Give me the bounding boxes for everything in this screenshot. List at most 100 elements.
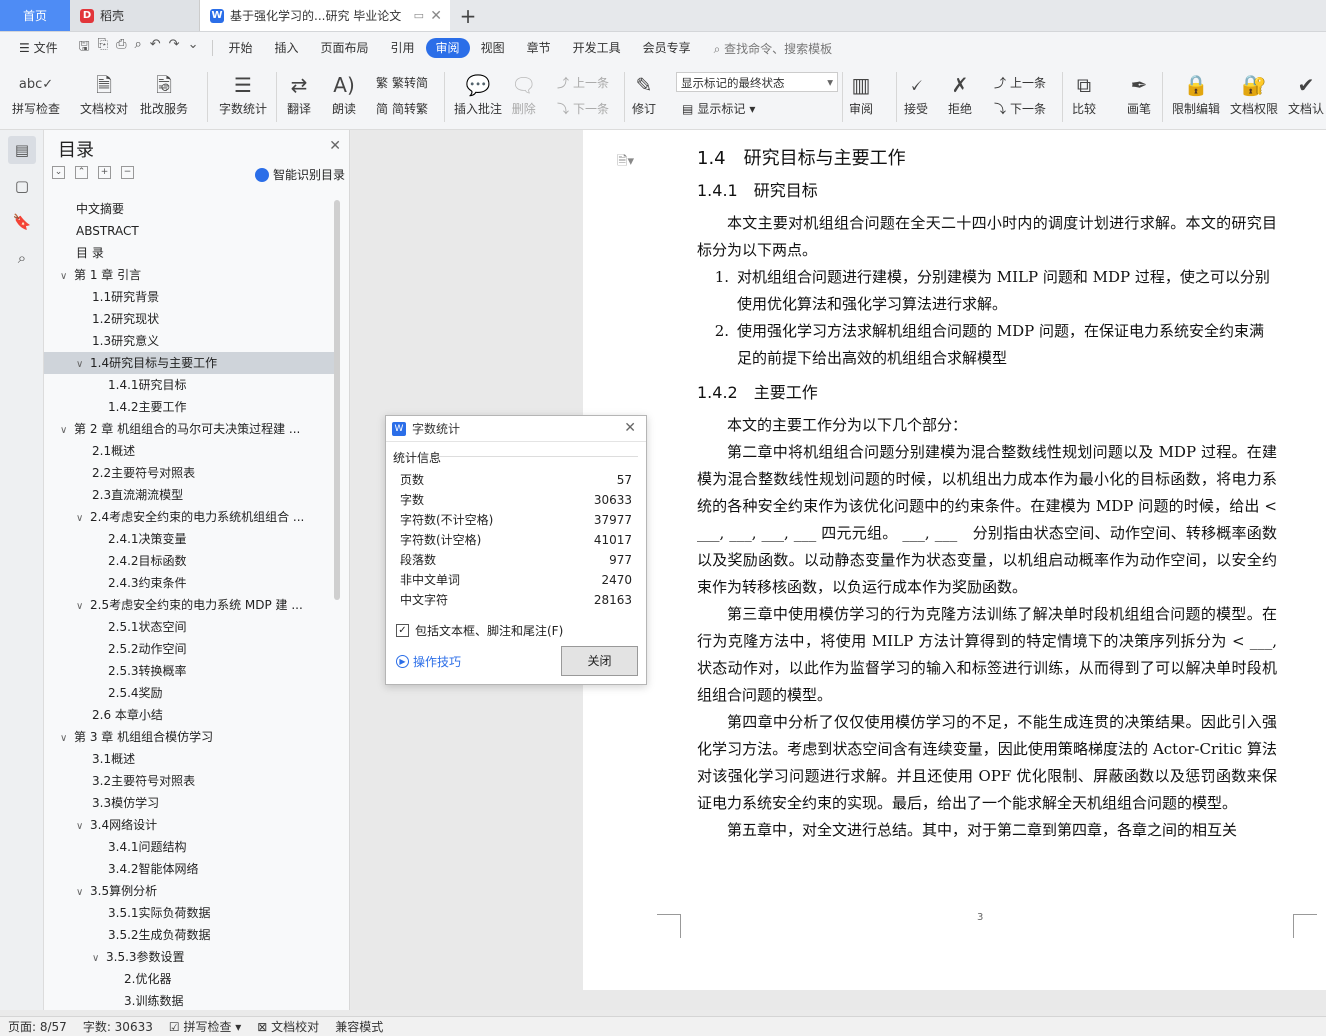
remove-heading-icon[interactable]: − xyxy=(121,166,134,179)
show-markup-button[interactable]: ▤ 显示标记 ▾ xyxy=(682,100,755,117)
toc-item[interactable]: 2.2主要符号对照表 xyxy=(44,462,334,484)
toc-item[interactable]: 2.5.2动作空间 xyxy=(44,638,334,660)
chevron-down-icon[interactable]: ∨ xyxy=(60,728,74,748)
review-pane-button[interactable]: ▥ 审阅 xyxy=(849,70,873,117)
toc-item[interactable]: ABSTRACT xyxy=(44,220,334,242)
command-search[interactable]: ⌕ 查找命令、搜索模板 xyxy=(702,40,833,57)
add-heading-icon[interactable]: + xyxy=(98,166,111,179)
toc-item[interactable]: 3.2主要符号对照表 xyxy=(44,770,334,792)
next-comment-button[interactable]: ⤵ 下一条 xyxy=(557,100,609,117)
file-menu[interactable]: ☰ 文件 xyxy=(8,38,69,58)
markup-state-select[interactable]: 显示标记的最终状态 xyxy=(676,72,838,92)
toc-item[interactable]: 1.4.2主要工作 xyxy=(44,396,334,418)
save-icon[interactable]: 🖫 xyxy=(79,37,90,59)
menu-review[interactable]: 审阅 xyxy=(425,38,470,58)
prev-comment-button[interactable]: ⤴ 上一条 xyxy=(557,74,609,91)
smart-toc-button[interactable]: 智能识别目录 xyxy=(254,166,345,183)
read-aloud-button[interactable]: A) 朗读 xyxy=(332,70,356,117)
chevron-down-icon[interactable]: ∨ xyxy=(76,816,90,836)
word-count-button[interactable]: ☰ 字数统计 xyxy=(219,70,267,117)
tab-close-icon[interactable]: ✕ xyxy=(430,8,442,24)
translate-button[interactable]: ⇄ 翻译 xyxy=(287,70,311,117)
export-icon[interactable]: ⎘ xyxy=(98,37,108,59)
tab-home[interactable]: 首页 xyxy=(0,0,70,31)
toc-item[interactable]: 2.4.2目标函数 xyxy=(44,550,334,572)
print-icon[interactable]: ⎙ xyxy=(116,37,126,59)
toc-panel-icon[interactable]: ▤ xyxy=(8,136,36,164)
paragraph-menu-icon[interactable]: 🗎▾ xyxy=(617,152,634,174)
toc-item[interactable]: 2.5.3转换概率 xyxy=(44,660,334,682)
toc-item[interactable]: 2.3直流潮流模型 xyxy=(44,484,334,506)
toc-item[interactable]: ∨ 第 3 章 机组组合模仿学习 xyxy=(44,726,334,748)
more-icon[interactable]: ⌄ xyxy=(188,37,199,59)
chevron-down-icon[interactable]: ∨ xyxy=(60,266,74,286)
word-count-indicator[interactable]: 字数: 30633 xyxy=(83,1018,153,1035)
toc-item[interactable]: 3.1概述 xyxy=(44,748,334,770)
chevron-down-icon[interactable]: ∨ xyxy=(76,596,90,616)
undo-icon[interactable]: ↶ xyxy=(150,37,161,59)
revise-button[interactable]: ✎ 修订 xyxy=(632,70,656,117)
annotate-service-button[interactable]: 🗟 批改服务 xyxy=(140,70,188,117)
toc-item[interactable]: 1.3研究意义 xyxy=(44,330,334,352)
expand-all-icon[interactable]: ⌃ xyxy=(75,166,88,179)
page-indicator[interactable]: 页面: 8/57 xyxy=(8,1018,67,1035)
monitor-icon[interactable]: ▭ xyxy=(414,9,424,22)
doc-rights-button[interactable]: 🔐 文档权限 xyxy=(1230,70,1278,117)
toc-item[interactable]: ∨ 3.4网络设计 xyxy=(44,814,334,836)
status-proofread[interactable]: ⊠ 文档校对 xyxy=(257,1018,319,1035)
document-page[interactable]: 🗎▾ 1.4 研究目标与主要工作 1.4.1 研究目标 本文主要对机组组合问题在… xyxy=(583,130,1326,990)
toc-item[interactable]: 2.优化器 xyxy=(44,968,334,990)
toc-item[interactable]: ∨ 2.5考虑安全约束的电力系统 MDP 建 ... xyxy=(44,594,334,616)
toc-item[interactable]: 2.5.1状态空间 xyxy=(44,616,334,638)
prev-change-button[interactable]: ⤴ 上一条 xyxy=(994,74,1046,91)
toc-item[interactable]: 2.5.4奖励 xyxy=(44,682,334,704)
menu-start[interactable]: 开始 xyxy=(217,38,263,58)
toc-item[interactable]: ∨ 2.4考虑安全约束的电力系统机组组合 ... xyxy=(44,506,334,528)
delete-comment-button[interactable]: 🗨 删除 xyxy=(511,70,536,117)
dialog-titlebar[interactable]: W 字数统计 xyxy=(386,416,646,442)
redo-icon[interactable]: ↷ xyxy=(169,37,180,59)
menu-layout[interactable]: 页面布局 xyxy=(310,38,380,58)
chevron-down-icon[interactable]: ∨ xyxy=(60,420,74,440)
toc-item[interactable]: 2.4.1决策变量 xyxy=(44,528,334,550)
new-tab-button[interactable]: + xyxy=(450,0,486,31)
toc-item[interactable]: ∨ 3.5算例分析 xyxy=(44,880,334,902)
toc-item[interactable]: ∨ 第 2 章 机组组合的马尔可夫决策过程建 ... xyxy=(44,418,334,440)
menu-references[interactable]: 引用 xyxy=(380,38,426,58)
chevron-down-icon[interactable]: ∨ xyxy=(92,948,106,968)
menu-view[interactable]: 视图 xyxy=(470,38,516,58)
spell-check-button[interactable]: abc✓ 拼写检查 xyxy=(12,70,60,117)
next-change-button[interactable]: ⤵ 下一条 xyxy=(994,100,1046,117)
pen-button[interactable]: ✒ 画笔 xyxy=(1127,70,1151,117)
toc-item[interactable]: 1.2研究现状 xyxy=(44,308,334,330)
toc-item[interactable]: 3.训练数据 xyxy=(44,990,334,1010)
chevron-down-icon[interactable]: ∨ xyxy=(76,882,90,902)
chapter-nav-icon[interactable]: ▢ xyxy=(8,172,36,200)
bookmark-icon[interactable]: 🔖 xyxy=(8,208,36,236)
menu-insert[interactable]: 插入 xyxy=(264,38,310,58)
toc-item[interactable]: ∨ 3.5.3参数设置 xyxy=(44,946,334,968)
reject-button[interactable]: ✗ 拒绝 xyxy=(948,70,972,117)
toc-item[interactable]: 中文摘要 xyxy=(44,198,334,220)
accept-button[interactable]: 🗸 接受 xyxy=(904,70,928,117)
compare-button[interactable]: ⧉ 比较 xyxy=(1072,70,1096,117)
search-icon[interactable]: ⌕ xyxy=(8,244,36,272)
dialog-close-button[interactable]: 关闭 xyxy=(561,646,638,676)
doc-certify-button[interactable]: ✔ 文档认 xyxy=(1288,70,1324,117)
toc-item[interactable]: 3.4.2智能体网络 xyxy=(44,858,334,880)
menu-chapter[interactable]: 章节 xyxy=(516,38,562,58)
tab-document[interactable]: W 基于强化学习的...研究 毕业论文 ▭ ✕ xyxy=(200,0,450,31)
toc-item[interactable]: 2.4.3约束条件 xyxy=(44,572,334,594)
menu-developer[interactable]: 开发工具 xyxy=(562,38,632,58)
trad-to-simp-button[interactable]: 繁繁转简 xyxy=(376,74,428,91)
toc-item[interactable]: 3.5.1实际负荷数据 xyxy=(44,902,334,924)
toc-item[interactable]: 目 录 xyxy=(44,242,334,264)
status-spell-check[interactable]: ☑ 拼写检查 ▾ xyxy=(169,1018,241,1035)
close-icon[interactable]: ✕ xyxy=(329,138,341,154)
toc-scrollbar[interactable] xyxy=(334,200,340,600)
simp-to-trad-button[interactable]: 简简转繁 xyxy=(376,100,428,117)
toc-item[interactable]: 1.4.1研究目标 xyxy=(44,374,334,396)
chevron-down-icon[interactable]: ∨ xyxy=(76,508,90,528)
toc-item[interactable]: ∨ 第 1 章 引言 xyxy=(44,264,334,286)
proofread-button[interactable]: 🗎 文档校对 xyxy=(80,70,128,117)
